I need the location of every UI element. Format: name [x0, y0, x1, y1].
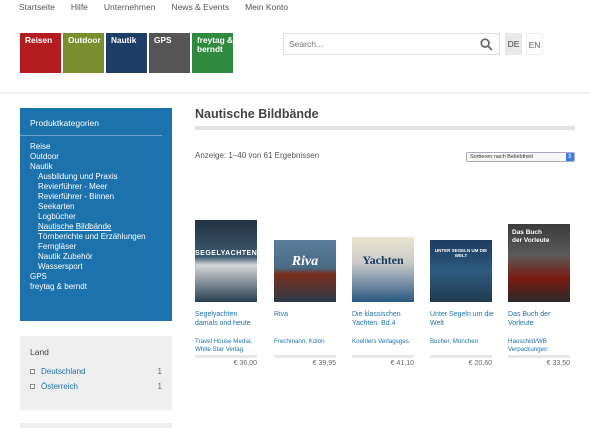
product-price: € 36,00: [233, 360, 257, 367]
divider: [430, 355, 492, 358]
sort-select-value: Sortieren nach Beliebtheit: [470, 154, 533, 160]
divider: [274, 355, 336, 358]
product-cover-image[interactable]: SEGELYACHTEN: [195, 220, 257, 302]
category-item-ausbildung[interactable]: Ausbildung und Praxis: [30, 172, 172, 182]
divider: [352, 355, 414, 358]
search-icon[interactable]: [480, 38, 493, 51]
product-card[interactable]: Yachten Die klassischen Yachten. Bd.4 Ko…: [352, 220, 418, 367]
cover-title: Das Buch der Vorleute: [512, 229, 550, 244]
cover-title: Yachten: [362, 253, 404, 267]
category-item-toernberichte[interactable]: Törnberichte und Erzählungen: [30, 232, 172, 242]
product-card[interactable]: Riva Riva Frechmann, Kolon € 39,95: [274, 220, 340, 367]
category-item-outdoor[interactable]: Outdoor: [30, 152, 172, 162]
product-cover-image[interactable]: Das Buch der Vorleute: [508, 224, 570, 302]
product-cover-image[interactable]: Riva: [274, 240, 336, 302]
divider: [508, 355, 570, 358]
product-title[interactable]: Riva: [274, 310, 340, 338]
product-publisher[interactable]: Travel House Media, White Star Verlag: [195, 338, 261, 355]
category-item-reise[interactable]: Reise: [30, 142, 172, 152]
nav-unternehmen[interactable]: Unternehmen: [104, 2, 156, 12]
product-title[interactable]: Unter Segeln um die Welt: [430, 310, 496, 338]
land-filter-deutschland[interactable]: Deutschland 1: [20, 364, 172, 379]
top-navigation: Startseite Hilfe Unternehmen News & Even…: [19, 2, 304, 12]
product-title[interactable]: Das Buch der Vorleute: [508, 310, 574, 338]
land-filter-oesterreich[interactable]: Österreich 1: [20, 379, 172, 394]
product-cover-image[interactable]: Yachten: [352, 237, 414, 302]
search-box: [283, 33, 500, 55]
page-title: Nautische Bildbände: [195, 107, 319, 121]
product-publisher[interactable]: Frechmann, Kolon: [274, 338, 340, 355]
cover-title: SEGELYACHTEN: [195, 250, 257, 257]
product-card[interactable]: UNTER SEGELN UM DIE WELT Unter Segeln um…: [430, 220, 496, 367]
product-title[interactable]: Die klassischen Yachten. Bd.4: [352, 310, 418, 338]
land-filter-panel: Land Deutschland 1 Österreich 1: [20, 336, 172, 410]
next-filter-panel: [20, 423, 172, 428]
product-price: € 33,50: [546, 360, 570, 367]
category-item-nautische-bildbaende[interactable]: Nautische Bildbände: [30, 222, 172, 232]
categories-heading: Produktkategorien: [20, 108, 162, 136]
checkbox[interactable]: [30, 369, 35, 374]
category-item-wassersport[interactable]: Wassersport: [30, 262, 172, 272]
category-item-nautik[interactable]: Nautik: [30, 162, 172, 172]
tile-gps[interactable]: GPS: [149, 33, 190, 73]
title-underline: [195, 126, 575, 130]
land-name[interactable]: Österreich: [41, 382, 158, 391]
search-input[interactable]: [284, 34, 464, 54]
category-item-logbuecher[interactable]: Logbücher: [30, 212, 172, 222]
product-price: € 39,95: [312, 360, 336, 367]
land-name[interactable]: Deutschland: [41, 367, 158, 376]
product-price: € 41,10: [390, 360, 414, 367]
category-list: Reise Outdoor Nautik Ausbildung und Prax…: [20, 136, 172, 292]
category-item-seekarten[interactable]: Seekarten: [30, 202, 172, 212]
product-publisher[interactable]: Koehlers Verlagsges.: [352, 338, 418, 355]
tile-nautik[interactable]: Nautik: [106, 33, 147, 73]
checkbox[interactable]: [30, 384, 35, 389]
category-item-gps[interactable]: GPS: [30, 272, 172, 282]
nav-startseite[interactable]: Startseite: [19, 2, 55, 12]
cover-title: UNTER SEGELN UM DIE WELT: [434, 248, 488, 258]
land-heading: Land: [30, 347, 49, 357]
tile-outdoor[interactable]: Outdoor: [63, 33, 104, 73]
product-publisher[interactable]: Hauschild/WB Verpackungen: [508, 338, 574, 355]
lang-en-button[interactable]: EN: [526, 33, 543, 55]
category-item-freytag-berndt[interactable]: freytag & berndt: [30, 282, 172, 292]
product-publisher[interactable]: Bucher, München: [430, 338, 496, 355]
nav-hilfe[interactable]: Hilfe: [71, 2, 88, 12]
land-count: 1: [157, 367, 162, 376]
divider: [195, 355, 257, 358]
product-title[interactable]: Segelyachten damals und heute: [195, 310, 261, 338]
product-card[interactable]: SEGELYACHTEN Segelyachten damals und heu…: [195, 220, 261, 367]
tile-freytag-berndt[interactable]: freytag & berndt: [192, 33, 233, 73]
land-count: 1: [157, 382, 162, 391]
product-cover-image[interactable]: UNTER SEGELN UM DIE WELT: [430, 240, 492, 302]
nav-news-events[interactable]: News & Events: [171, 2, 229, 12]
nav-mein-konto[interactable]: Mein Konto: [245, 2, 288, 12]
result-count: Anzeige: 1–40 von 61 Ergebnissen: [195, 151, 320, 160]
select-arrow-icon: [566, 153, 574, 161]
cover-title: Riva: [291, 254, 319, 269]
tile-reisen[interactable]: Reisen: [20, 33, 61, 73]
category-tiles: Reisen Outdoor Nautik GPS freytag & bern…: [20, 33, 233, 73]
category-item-revierfuehrer-binnen[interactable]: Revierführer - Binnen: [30, 192, 172, 202]
lang-de-button[interactable]: DE: [505, 33, 522, 55]
category-item-revierfuehrer-meer[interactable]: Revierführer - Meer: [30, 182, 172, 192]
category-item-fernglaeser[interactable]: Ferngläser: [30, 242, 172, 252]
product-price: € 20,60: [468, 360, 492, 367]
header-divider: [0, 92, 590, 94]
sort-select[interactable]: Sortieren nach Beliebtheit: [466, 152, 575, 162]
category-item-nautik-zubehoer[interactable]: Nautik Zubehör: [30, 252, 172, 262]
product-categories-panel: Produktkategorien Reise Outdoor Nautik A…: [20, 108, 172, 321]
product-card[interactable]: Das Buch der Vorleute Das Buch der Vorle…: [508, 220, 574, 367]
